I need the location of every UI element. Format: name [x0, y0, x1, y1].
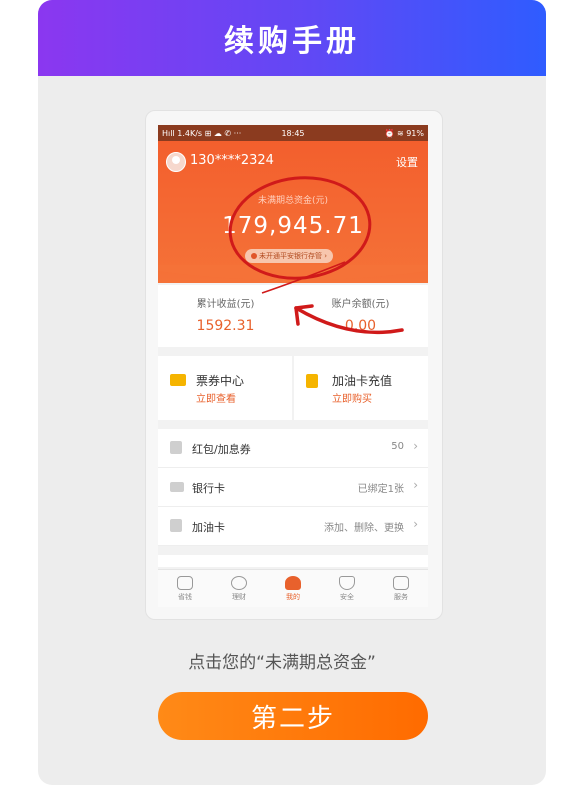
asset-value[interactable]: 179,945.71: [158, 213, 428, 239]
list-item-label: 加油卡: [192, 521, 225, 534]
bottom-tab-bar: 省钱 理财 我的 安全 服务: [158, 569, 428, 607]
tab-label: 我的: [286, 593, 300, 601]
coffee-icon: [177, 576, 193, 590]
chevron-right-icon: ›: [413, 439, 418, 453]
open-depository-label: 未开通平安银行存管 ›: [259, 252, 328, 260]
tab-label: 省钱: [178, 593, 192, 601]
stats-panel: 累计收益(元) 1592.31 账户余额(元) 0.00: [158, 285, 428, 347]
list-item-fuel-card[interactable]: 加油卡 添加、删除、更换 ›: [158, 507, 428, 546]
list-item-value: 添加、删除、更换: [324, 523, 404, 534]
status-bar: Hıll 1.4K/s ⊞ ☁ ✆ ··· 18:45 ⏰ ≋ 91%: [158, 125, 428, 141]
tab-label: 理财: [232, 593, 246, 601]
balance-label: 账户余额(元): [331, 299, 390, 310]
shield-icon: [339, 576, 355, 590]
chevron-right-icon: ›: [413, 478, 418, 492]
list-item-value: 50: [391, 441, 404, 452]
earnings-label: 累计收益(元): [196, 299, 255, 310]
fuel-card-icon: [170, 519, 182, 532]
asset-label[interactable]: 未满期总资金(元): [158, 193, 428, 206]
asset-hero[interactable]: 130****2324 设置 未满期总资金(元) 179,945.71 未开通平…: [158, 141, 428, 283]
status-right: ⏰ ≋ 91%: [384, 128, 424, 138]
person-icon: [285, 576, 301, 590]
list-item-value: 已绑定1张: [357, 484, 404, 495]
phone-screen: Hıll 1.4K/s ⊞ ☁ ✆ ··· 18:45 ⏰ ≋ 91% 130*…: [158, 125, 428, 607]
step-caption: 点击您的“未满期总资金”: [188, 653, 376, 673]
banner-title: 续购手册: [224, 24, 360, 59]
feature-tiles: 票券中心 立即查看 加油卡充值 立即购买: [158, 356, 428, 420]
tab-service[interactable]: 服务: [374, 570, 428, 607]
tab-mine[interactable]: 我的: [266, 570, 320, 607]
tab-save[interactable]: 省钱: [158, 570, 212, 607]
settings-button[interactable]: 设置: [396, 154, 418, 170]
chevron-right-icon: ›: [413, 517, 418, 531]
earnings-value: 1592.31: [196, 318, 255, 334]
star-box-icon: [393, 576, 409, 590]
balance-value: 0.00: [344, 318, 377, 334]
ticket-center-sub: 立即查看: [196, 394, 236, 405]
tab-label: 安全: [340, 593, 354, 601]
fuel-recharge-sub: 立即购买: [332, 394, 372, 405]
step-two-button[interactable]: 第二步: [158, 692, 428, 740]
ticket-center-title: 票券中心: [196, 374, 245, 388]
red-envelope-icon: [170, 441, 182, 454]
bank-card-icon: [170, 482, 184, 492]
open-depository-button[interactable]: 未开通平安银行存管 ›: [245, 249, 334, 263]
list-item-bank-card[interactable]: 银行卡 已绑定1张 ›: [158, 468, 428, 507]
earnings-stat[interactable]: 累计收益(元) 1592.31: [158, 295, 293, 334]
account-list: 红包/加息券 50 › 银行卡 已绑定1张 › 加油卡 添加、删除、更换 ›: [158, 429, 428, 546]
avatar[interactable]: [166, 152, 186, 172]
ticket-icon: [170, 374, 186, 386]
tab-finance[interactable]: 理财: [212, 570, 266, 607]
tab-label: 服务: [394, 593, 408, 601]
fuel-icon: [306, 374, 318, 388]
list-item-label: 红包/加息券: [192, 443, 251, 456]
ticket-center-tile[interactable]: 票券中心 立即查看: [158, 356, 292, 420]
balance-stat[interactable]: 账户余额(元) 0.00: [293, 295, 428, 334]
phone-number: 130****2324: [190, 153, 274, 168]
info-dot-icon: [251, 253, 257, 259]
hero-curve: [158, 265, 428, 280]
banner: 续购手册: [38, 0, 546, 76]
tab-security[interactable]: 安全: [320, 570, 374, 607]
fuel-recharge-title: 加油卡充值: [332, 374, 393, 388]
list-item-coupons[interactable]: 红包/加息券 50 ›: [158, 429, 428, 468]
list-spacer: [158, 555, 428, 567]
list-item-label: 银行卡: [192, 482, 225, 495]
yuan-icon: [231, 576, 247, 590]
fuel-card-recharge-tile[interactable]: 加油卡充值 立即购买: [294, 356, 428, 420]
